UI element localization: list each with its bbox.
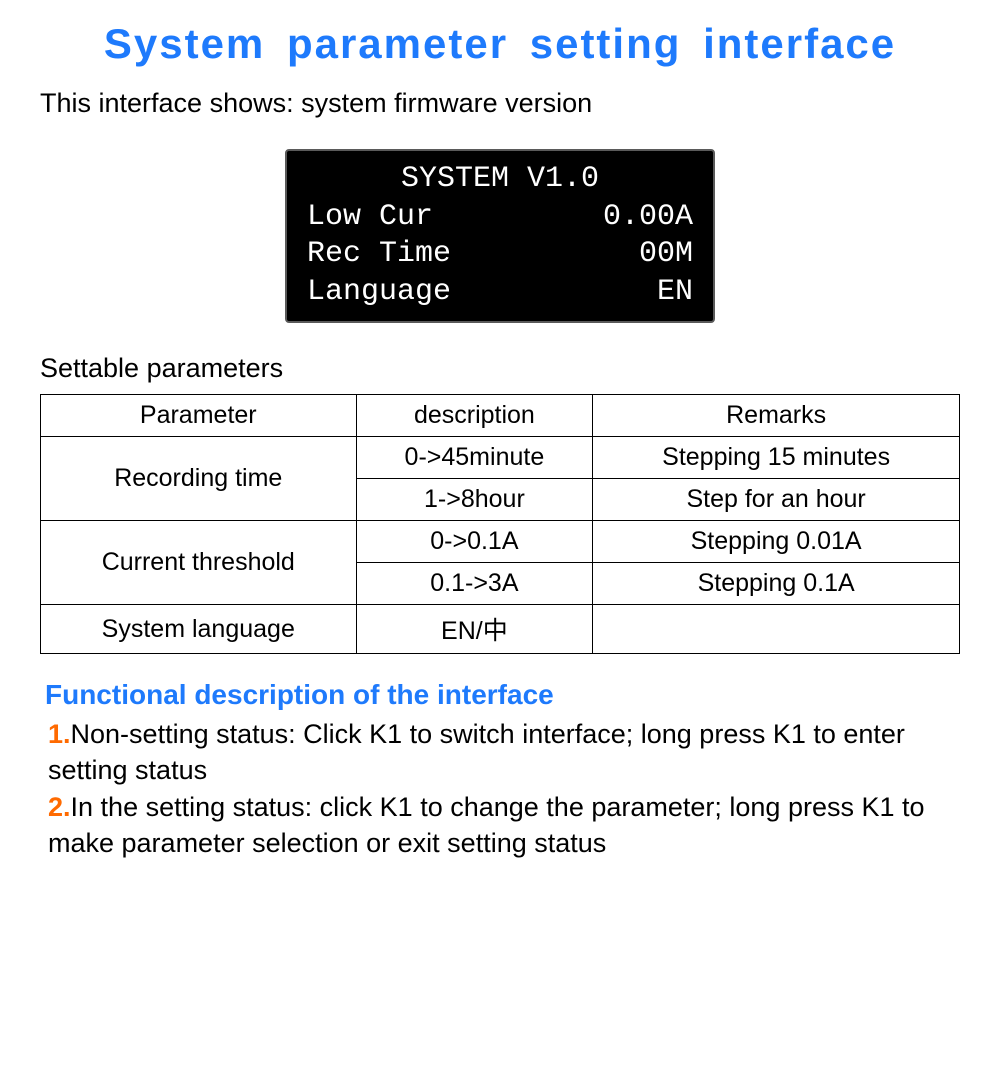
screen-label: Low Cur: [307, 199, 433, 237]
table-header-row: Parameter description Remarks: [41, 395, 960, 437]
device-screen: SYSTEM V1.0 Low Cur 0.00A Rec Time 00M L…: [285, 149, 715, 323]
screen-header: SYSTEM V1.0: [307, 161, 693, 199]
col-parameter: Parameter: [41, 395, 357, 437]
cell-remark: Stepping 0.1A: [593, 563, 960, 605]
cell-desc: EN/中: [356, 605, 593, 654]
cell-desc: 0->45minute: [356, 437, 593, 479]
cell-remark: Step for an hour: [593, 479, 960, 521]
functional-item-2: In the setting status: click K1 to chang…: [48, 792, 925, 858]
table-row: Recording time 0->45minute Stepping 15 m…: [41, 437, 960, 479]
cell-remark: Stepping 15 minutes: [593, 437, 960, 479]
cell-remark: Stepping 0.01A: [593, 521, 960, 563]
cell-param: Current threshold: [41, 521, 357, 605]
list-number-2: 2.: [48, 792, 71, 822]
cell-desc: 0->0.1A: [356, 521, 593, 563]
cell-remark: [593, 605, 960, 654]
screen-row-low-cur: Low Cur 0.00A: [307, 199, 693, 237]
cell-param: System language: [41, 605, 357, 654]
functional-item-1: Non-setting status: Click K1 to switch i…: [48, 719, 905, 785]
screen-value: EN: [657, 274, 693, 312]
settable-params-label: Settable parameters: [40, 353, 970, 384]
cell-desc: 0.1->3A: [356, 563, 593, 605]
screen-label: Language: [307, 274, 451, 312]
screen-label: Rec Time: [307, 236, 451, 274]
functional-heading: Functional description of the interface: [45, 679, 970, 711]
functional-body: 1.Non-setting status: Click K1 to switch…: [30, 716, 970, 862]
intro-text: This interface shows: system firmware ve…: [40, 88, 970, 119]
parameters-table: Parameter description Remarks Recording …: [40, 394, 960, 654]
screen-row-language: Language EN: [307, 274, 693, 312]
col-remarks: Remarks: [593, 395, 960, 437]
cell-param: Recording time: [41, 437, 357, 521]
table-row: System language EN/中: [41, 605, 960, 654]
screen-value: 0.00A: [603, 199, 693, 237]
table-row: Current threshold 0->0.1A Stepping 0.01A: [41, 521, 960, 563]
screen-row-rec-time: Rec Time 00M: [307, 236, 693, 274]
page-title: System parameter setting interface: [30, 20, 970, 68]
list-number-1: 1.: [48, 719, 71, 749]
screen-value: 00M: [639, 236, 693, 274]
col-description: description: [356, 395, 593, 437]
cell-desc: 1->8hour: [356, 479, 593, 521]
